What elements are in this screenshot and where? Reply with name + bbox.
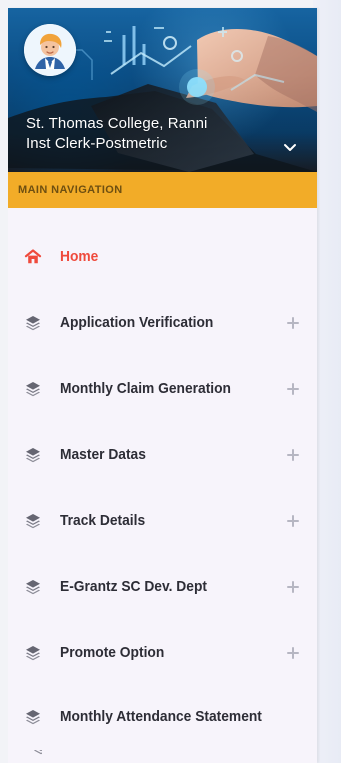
- avatar[interactable]: [24, 24, 76, 76]
- user-role: Inst Clerk-Postmetric: [26, 135, 168, 152]
- layers-icon: [22, 642, 44, 664]
- user-avatar-icon: [24, 24, 76, 76]
- sidebar-item-promote-option[interactable]: Promote Option: [8, 620, 317, 686]
- sidebar-item-monthly-claim-generation[interactable]: Monthly Claim Generation: [8, 356, 317, 422]
- plus-icon: [287, 515, 299, 527]
- home-icon: [22, 246, 44, 268]
- partial-menu-item: [32, 750, 42, 756]
- plus-icon: [287, 317, 299, 329]
- layers-icon: [22, 378, 44, 400]
- sidebar-menu: Home Application Verification Monthly Cl…: [8, 208, 317, 748]
- page-background: [313, 0, 341, 763]
- layers-icon: [22, 444, 44, 466]
- plus-icon: [287, 383, 299, 395]
- sidebar-item-home[interactable]: Home: [8, 224, 317, 290]
- user-info: St. Thomas College, Ranni Inst Clerk-Pos…: [26, 114, 266, 154]
- sidebar-item-track-details[interactable]: Track Details: [8, 488, 317, 554]
- sidebar-item-label: Track Details: [60, 512, 146, 529]
- layers-icon: [22, 706, 44, 728]
- sidebar-item-label: Monthly Claim Generation: [60, 380, 231, 397]
- profile-header: St. Thomas College, Ranni Inst Clerk-Pos…: [8, 8, 317, 172]
- main-navigation-header: MAIN NAVIGATION: [8, 172, 317, 208]
- plus-icon: [287, 449, 299, 461]
- sidebar-item-master-datas[interactable]: Master Datas: [8, 422, 317, 488]
- plus-icon: [287, 647, 299, 659]
- sidebar-item-e-grantz-sc-dev-dept[interactable]: E-Grantz SC Dev. Dept: [8, 554, 317, 620]
- layers-icon: [34, 750, 42, 755]
- sidebar-item-label: Home: [60, 248, 99, 265]
- sidebar-item-label: Monthly Attendance Statement: [60, 708, 262, 725]
- sidebar-item-label: E-Grantz SC Dev. Dept: [60, 578, 207, 595]
- sidebar-item-label: Application Verification: [60, 314, 214, 331]
- sidebar-item-monthly-attendance-statement[interactable]: Monthly Attendance Statement: [8, 686, 317, 748]
- profile-menu-toggle[interactable]: [279, 136, 301, 158]
- sidebar-item-application-verification[interactable]: Application Verification: [8, 290, 317, 356]
- sidebar-item-label: Promote Option: [60, 644, 165, 661]
- layers-icon: [22, 576, 44, 598]
- navigation-drawer: St. Thomas College, Ranni Inst Clerk-Pos…: [8, 8, 317, 763]
- plus-icon: [287, 581, 299, 593]
- section-title: MAIN NAVIGATION: [18, 184, 123, 196]
- college-name: St. Thomas College, Ranni: [26, 115, 208, 132]
- sidebar-item-label: Master Datas: [60, 446, 146, 463]
- chevron-down-icon: [284, 144, 296, 151]
- layers-icon: [22, 312, 44, 334]
- layers-icon: [22, 510, 44, 532]
